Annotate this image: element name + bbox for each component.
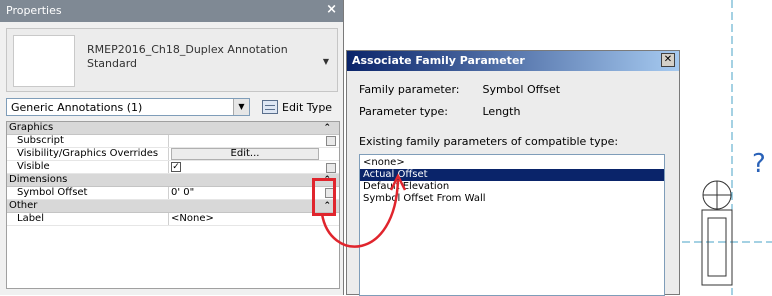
associate-family-parameter-dialog: Associate Family Parameter ✕ Family para… — [346, 50, 680, 296]
parameter-type-row: Parameter type: Length — [359, 105, 520, 118]
properties-title: Properties — [6, 4, 62, 17]
edit-type-label: Edit Type — [282, 100, 333, 114]
property-row-visibility-graphics: Visibility/Graphics Overrides Edit... — [7, 148, 339, 161]
type-selector[interactable]: RMEP2016_Ch18_Duplex Annotation Standard… — [6, 28, 338, 92]
chevron-down-icon[interactable]: ▼ — [233, 99, 249, 115]
close-icon[interactable]: × — [326, 2, 337, 17]
vg-edit-button[interactable]: Edit... — [171, 148, 319, 160]
property-name: Subscript — [7, 135, 169, 147]
property-name: Label — [7, 213, 169, 225]
property-name: Visibility/Graphics Overrides — [7, 148, 169, 160]
dialog-title-bar: Associate Family Parameter ✕ — [347, 51, 679, 71]
property-row-symbol-offset: Symbol Offset 0' 0" — [7, 187, 339, 200]
category-filter-dropdown[interactable]: Generic Annotations (1) ▼ — [6, 98, 250, 116]
family-parameter-row: Family parameter: Symbol Offset — [359, 83, 560, 96]
subscript-field[interactable] — [169, 135, 339, 147]
properties-grid: Graphics ⌃ Subscript Visibility/Graphics… — [6, 121, 340, 289]
properties-title-bar: Properties × — [0, 0, 343, 22]
list-item[interactable]: Default Elevation — [360, 181, 664, 193]
category-filter-value: Generic Annotations (1) — [11, 101, 143, 114]
property-row-subscript: Subscript — [7, 135, 339, 148]
group-label: Dimensions — [9, 174, 68, 185]
family-parameter-value: Symbol Offset — [482, 83, 561, 96]
edit-type-icon — [262, 100, 278, 114]
list-label: Existing family parameters of compatible… — [359, 135, 619, 148]
property-row-visible: Visible ✓ — [7, 161, 339, 174]
associate-parameter-button[interactable] — [326, 136, 336, 146]
dialog-title: Associate Family Parameter — [352, 54, 525, 67]
group-label: Other — [9, 200, 38, 211]
group-dimensions[interactable]: Dimensions ⌃ — [7, 174, 339, 187]
drawing-area: ? — [682, 0, 772, 295]
property-name: Visible — [7, 161, 169, 173]
question-mark-glyph: ? — [752, 149, 766, 179]
close-icon[interactable]: ✕ — [661, 53, 675, 67]
compatible-parameters-list[interactable]: <none> Actual Offset Default Elevation S… — [359, 154, 665, 296]
visible-checkbox[interactable]: ✓ — [171, 162, 181, 172]
parameter-type-label: Parameter type: — [359, 105, 449, 118]
parameter-type-value: Length — [482, 105, 521, 118]
group-other[interactable]: Other ⌃ — [7, 200, 339, 213]
edit-type-button[interactable]: Edit Type — [262, 98, 332, 116]
property-row-label: Label <None> — [7, 213, 339, 226]
list-item[interactable]: <none> — [360, 157, 664, 169]
family-parameter-label: Family parameter: — [359, 83, 460, 96]
list-item-selected[interactable]: Actual Offset — [360, 169, 664, 181]
type-preview-thumbnail — [13, 35, 75, 87]
property-name: Symbol Offset — [7, 187, 169, 199]
group-graphics[interactable]: Graphics ⌃ — [7, 122, 339, 135]
properties-panel: Properties × RMEP2016_Ch18_Duplex Annota… — [0, 0, 344, 295]
associate-parameter-button[interactable] — [326, 163, 336, 173]
collapse-icon[interactable]: ⌃ — [323, 122, 331, 134]
family-type-name: RMEP2016_Ch18_Duplex Annotation Standard — [87, 43, 288, 70]
callout-highlight-box — [312, 178, 336, 216]
list-item[interactable]: Symbol Offset From Wall — [360, 193, 664, 205]
group-label: Graphics — [9, 122, 54, 133]
chevron-down-icon[interactable]: ▼ — [323, 57, 329, 66]
